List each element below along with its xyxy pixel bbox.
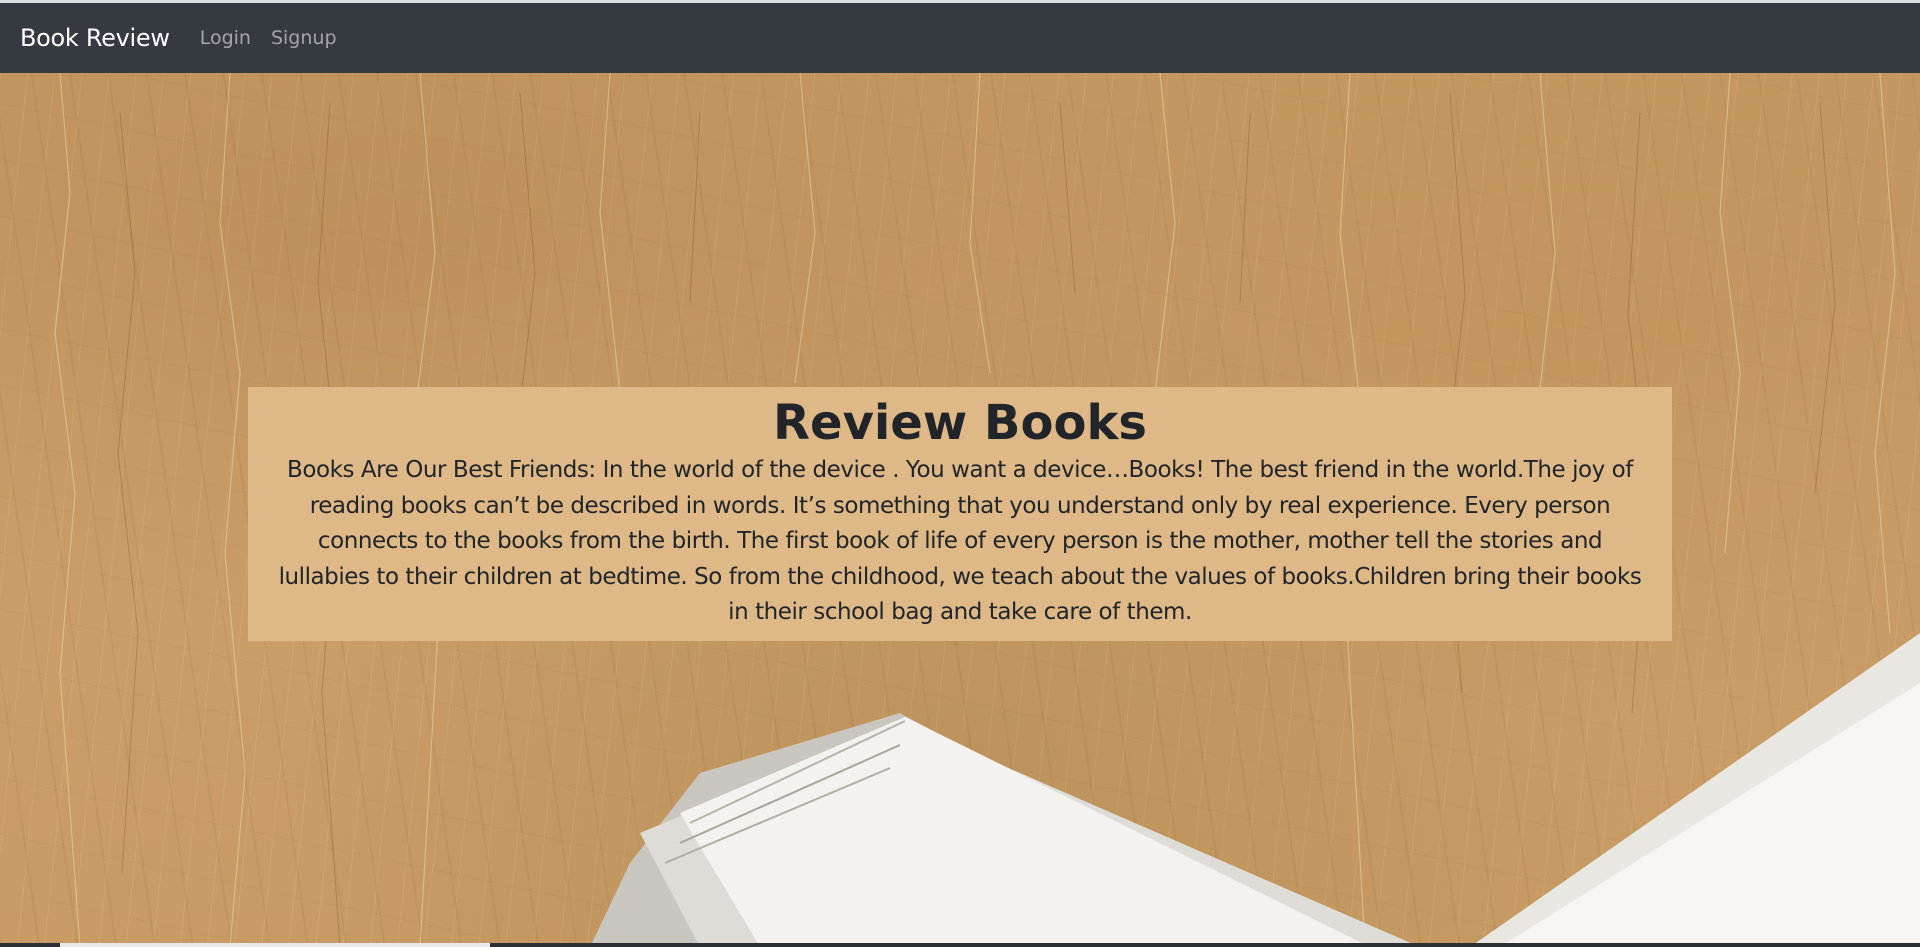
page-title: Review Books (773, 395, 1147, 451)
navbar: Book Review Login Signup (0, 3, 1920, 73)
brand-link[interactable]: Book Review (20, 24, 170, 52)
intro-paragraph: Books Are Our Best Friends: In the world… (278, 457, 1642, 625)
signup-link[interactable]: Signup (271, 27, 337, 49)
scrollbar-thumb[interactable] (60, 943, 490, 947)
intro-card: Review Books Books Are Our Best Friends:… (248, 387, 1672, 641)
horizontal-scrollbar[interactable] (0, 943, 1920, 947)
hero-background: Review Books Books Are Our Best Friends:… (0, 73, 1920, 947)
login-link[interactable]: Login (200, 27, 251, 49)
